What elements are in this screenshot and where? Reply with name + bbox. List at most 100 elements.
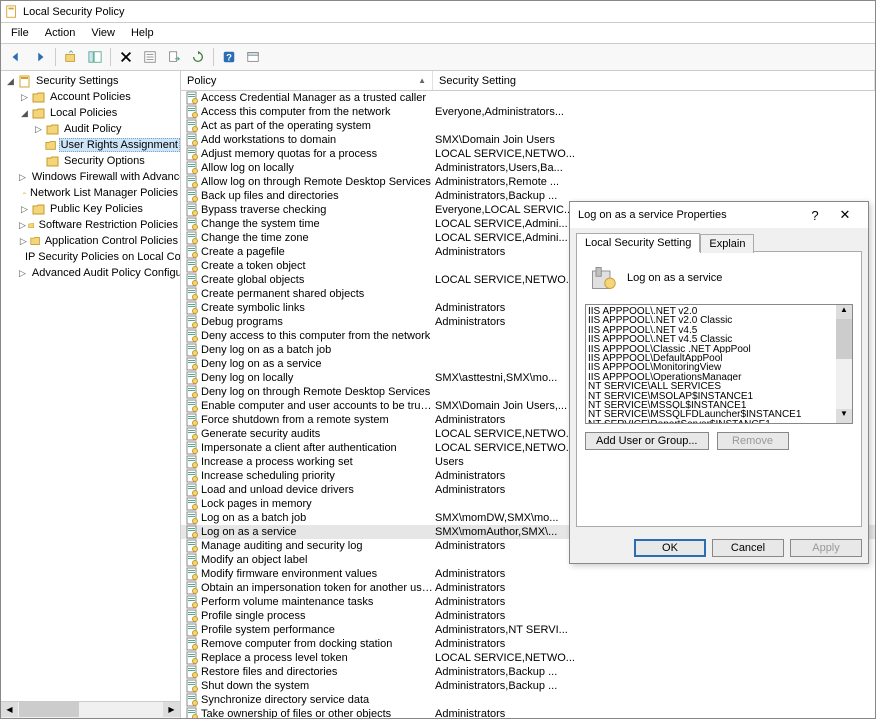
- scroll-up-icon[interactable]: ▲: [836, 305, 852, 319]
- properties-button[interactable]: [139, 46, 161, 68]
- cancel-button[interactable]: Cancel: [712, 539, 784, 557]
- expand-icon[interactable]: ◢: [5, 76, 16, 87]
- principal-item[interactable]: NT SERVICE\ReportServer$INSTANCE1: [588, 419, 834, 424]
- expand-icon[interactable]: ▷: [19, 236, 28, 247]
- window-button[interactable]: [242, 46, 264, 68]
- expand-icon[interactable]: ▷: [33, 124, 44, 135]
- tree-item[interactable]: ▷Application Control Policies: [5, 233, 180, 249]
- principal-item[interactable]: IIS APPPOOL\DefaultAppPool: [588, 353, 834, 362]
- policy-row[interactable]: Profile single processAdministrators: [181, 609, 875, 623]
- ok-button[interactable]: OK: [634, 539, 706, 557]
- policy-row[interactable]: Remove computer from docking stationAdmi…: [181, 637, 875, 651]
- policy-row[interactable]: Modify firmware environment valuesAdmini…: [181, 567, 875, 581]
- tree-item[interactable]: ▷Audit Policy: [5, 121, 180, 137]
- scroll-left-icon[interactable]: ◀: [1, 702, 18, 717]
- policy-row[interactable]: Profile system performanceAdministrators…: [181, 623, 875, 637]
- principal-item[interactable]: IIS APPPOOL\.NET v4.5: [588, 325, 834, 334]
- back-button[interactable]: [5, 46, 27, 68]
- principals-listbox[interactable]: IIS APPPOOL\.NET v2.0IIS APPPOOL\.NET v2…: [585, 304, 853, 424]
- policy-row[interactable]: Allow log on through Remote Desktop Serv…: [181, 175, 875, 189]
- principal-item[interactable]: IIS APPPOOL\Classic .NET AppPool: [588, 344, 834, 353]
- tree-label: Advanced Audit Policy Configuration: [30, 267, 181, 279]
- principal-item[interactable]: IIS APPPOOL\.NET v2.0 Classic: [588, 315, 834, 324]
- forward-button[interactable]: [29, 46, 51, 68]
- dialog-help-button[interactable]: ?: [800, 208, 830, 223]
- tree-hscrollbar[interactable]: ◀ ▶: [1, 701, 180, 718]
- policy-icon: [185, 161, 199, 175]
- column-header-policy[interactable]: Policy▲: [181, 71, 433, 90]
- tree-item[interactable]: ▷Windows Firewall with Advanced Sec: [5, 169, 180, 185]
- delete-button[interactable]: [115, 46, 137, 68]
- tree-item[interactable]: ▷Account Policies: [5, 89, 180, 105]
- policy-row[interactable]: Shut down the systemAdministrators,Backu…: [181, 679, 875, 693]
- dialog-tabs: Local Security Setting Explain: [570, 228, 868, 251]
- export-button[interactable]: [163, 46, 185, 68]
- tree-item[interactable]: ▷Software Restriction Policies: [5, 217, 180, 233]
- dialog-policy-name: Log on as a service: [627, 272, 722, 284]
- menu-file[interactable]: File: [3, 25, 37, 41]
- apply-button[interactable]: Apply: [790, 539, 862, 557]
- expand-icon[interactable]: ▷: [19, 204, 30, 215]
- menu-help[interactable]: Help: [123, 25, 162, 41]
- column-header-setting[interactable]: Security Setting: [433, 71, 875, 90]
- policy-name: Change the system time: [201, 218, 435, 230]
- tree-item[interactable]: Network List Manager Policies: [5, 185, 180, 201]
- tree-item[interactable]: Security Options: [5, 153, 180, 169]
- principal-item[interactable]: IIS APPPOOL\.NET v4.5 Classic: [588, 334, 834, 343]
- expand-icon[interactable]: ◢: [19, 108, 30, 119]
- tree-label: Security Settings: [34, 75, 121, 87]
- principal-item[interactable]: NT SERVICE\MSSQLFDLauncher$INSTANCE1: [588, 409, 834, 418]
- expand-icon[interactable]: [33, 140, 43, 151]
- policy-row[interactable]: Act as part of the operating system: [181, 119, 875, 133]
- policy-row[interactable]: Add workstations to domainSMX\Domain Joi…: [181, 133, 875, 147]
- principal-item[interactable]: IIS APPPOOL\.NET v2.0: [588, 306, 834, 315]
- expand-icon[interactable]: [19, 188, 21, 199]
- refresh-button[interactable]: [187, 46, 209, 68]
- scroll-down-icon[interactable]: ▼: [836, 409, 852, 423]
- policy-row[interactable]: Synchronize directory service data: [181, 693, 875, 707]
- expand-icon[interactable]: ▷: [19, 220, 26, 231]
- scroll-right-icon[interactable]: ▶: [163, 702, 180, 717]
- menu-view[interactable]: View: [83, 25, 123, 41]
- add-user-button[interactable]: Add User or Group...: [585, 432, 709, 450]
- scroll-thumb[interactable]: [836, 319, 852, 359]
- policy-row[interactable]: Adjust memory quotas for a processLOCAL …: [181, 147, 875, 161]
- policy-row[interactable]: Obtain an impersonation token for anothe…: [181, 581, 875, 595]
- policy-row[interactable]: Perform volume maintenance tasksAdminist…: [181, 595, 875, 609]
- policy-row[interactable]: Take ownership of files or other objects…: [181, 707, 875, 718]
- expand-icon[interactable]: ▷: [19, 172, 26, 183]
- remove-button[interactable]: Remove: [717, 432, 789, 450]
- listbox-scrollbar[interactable]: ▲ ▼: [836, 305, 852, 423]
- tree-item[interactable]: IP Security Policies on Local Compute: [5, 249, 180, 265]
- policy-row[interactable]: Restore files and directoriesAdministrat…: [181, 665, 875, 679]
- menu-action[interactable]: Action: [37, 25, 84, 41]
- tree-label: Security Options: [62, 155, 147, 167]
- tree-item[interactable]: User Rights Assignment: [5, 137, 180, 153]
- tab-local-security[interactable]: Local Security Setting: [576, 233, 700, 252]
- policy-icon: [185, 427, 199, 441]
- principal-item[interactable]: IIS APPPOOL\OperationsManager: [588, 372, 834, 381]
- policy-row[interactable]: Replace a process level tokenLOCAL SERVI…: [181, 651, 875, 665]
- expand-icon[interactable]: [33, 156, 44, 167]
- tree-root-item[interactable]: ◢ Security Settings: [5, 73, 180, 89]
- principal-item[interactable]: NT SERVICE\ALL SERVICES: [588, 381, 834, 390]
- scroll-thumb[interactable]: [19, 702, 79, 717]
- policy-icon: [185, 385, 199, 399]
- policy-row[interactable]: Access Credential Manager as a trusted c…: [181, 91, 875, 105]
- principal-item[interactable]: NT SERVICE\MSOLAP$INSTANCE1: [588, 391, 834, 400]
- tab-explain[interactable]: Explain: [700, 234, 754, 253]
- principal-item[interactable]: NT SERVICE\MSSQL$INSTANCE1: [588, 400, 834, 409]
- expand-icon[interactable]: ▷: [19, 268, 26, 279]
- up-button[interactable]: [60, 46, 82, 68]
- expand-icon[interactable]: ▷: [19, 92, 30, 103]
- dialog-close-button[interactable]: ✕: [830, 207, 860, 223]
- policy-row[interactable]: Allow log on locallyAdministrators,Users…: [181, 161, 875, 175]
- policy-row[interactable]: Access this computer from the networkEve…: [181, 105, 875, 119]
- tree-item[interactable]: ◢Local Policies: [5, 105, 180, 121]
- policy-name: Deny log on as a service: [201, 358, 435, 370]
- tree-item[interactable]: ▷ Advanced Audit Policy Configuration: [5, 265, 180, 281]
- tree-item[interactable]: ▷Public Key Policies: [5, 201, 180, 217]
- principal-item[interactable]: IIS APPPOOL\MonitoringView: [588, 362, 834, 371]
- show-hide-tree-button[interactable]: [84, 46, 106, 68]
- help-button[interactable]: ?: [218, 46, 240, 68]
